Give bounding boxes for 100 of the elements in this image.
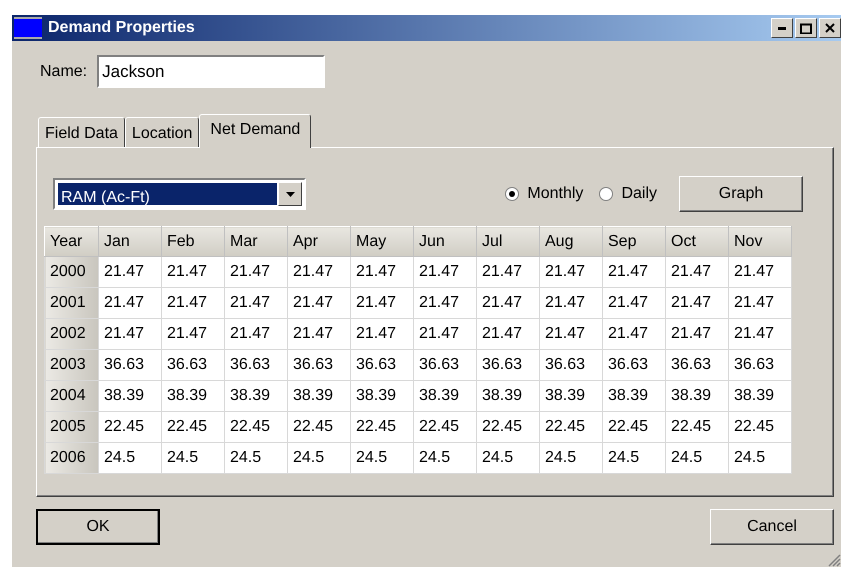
table-cell[interactable]: 24.5 [288,442,350,474]
table-cell[interactable]: 24.5 [728,442,792,474]
minimize-button[interactable] [771,18,793,38]
table-cell[interactable]: 21.47 [728,318,792,350]
table-cell[interactable]: 36.63 [224,350,288,380]
table-cell[interactable]: 21.47 [350,256,414,288]
column-header: Oct [666,226,728,256]
table-cell[interactable]: 38.39 [414,380,476,412]
units-dropdown[interactable]: RAM (Ac-Ft) [53,178,306,210]
table-cell[interactable]: 21.47 [162,318,224,350]
table-cell[interactable]: 38.39 [602,380,666,412]
radio-label[interactable]: Monthly [527,182,584,206]
table-cell[interactable]: 21.47 [476,318,540,350]
table-cell[interactable]: 38.39 [540,380,602,412]
table-cell[interactable]: 36.63 [98,350,162,380]
table-cell[interactable]: 36.63 [162,350,224,380]
table-cell[interactable]: 36.63 [540,350,602,380]
table-cell[interactable]: 36.63 [288,350,350,380]
table-cell[interactable]: 21.47 [288,288,350,318]
table-cell[interactable]: 38.39 [350,380,414,412]
table-cell[interactable]: 21.47 [162,288,224,318]
radio-button[interactable] [505,187,520,201]
table-cell[interactable]: 24.5 [98,442,162,474]
table-cell[interactable]: 24.5 [602,442,666,474]
radio-label[interactable]: Daily [621,182,657,206]
table-cell[interactable]: 36.63 [728,350,792,380]
table-cell[interactable]: 21.47 [728,288,792,318]
table-cell[interactable]: 21.47 [162,256,224,288]
row-header: 2006 [44,442,98,474]
row-header: 2002 [44,318,98,350]
maximize-button[interactable] [795,18,817,38]
table-cell[interactable]: 21.47 [666,256,728,288]
table-cell[interactable]: 22.45 [728,412,792,442]
column-header: May [350,226,414,256]
table-cell[interactable]: 21.47 [98,318,162,350]
table-cell[interactable]: 21.47 [350,288,414,318]
table-cell[interactable]: 21.47 [224,288,288,318]
table-cell[interactable]: 36.63 [476,350,540,380]
table-cell[interactable]: 38.39 [98,380,162,412]
row-header: 2005 [44,412,98,442]
table-cell[interactable]: 38.39 [476,380,540,412]
table-cell[interactable]: 21.47 [602,318,666,350]
table-cell[interactable]: 22.45 [414,412,476,442]
table-cell[interactable]: 24.5 [414,442,476,474]
table-cell[interactable]: 21.47 [98,256,162,288]
table-cell[interactable]: 38.39 [666,380,728,412]
table-cell[interactable]: 21.47 [414,318,476,350]
table-cell[interactable]: 21.47 [602,288,666,318]
table-cell[interactable]: 22.45 [666,412,728,442]
graph-button[interactable]: Graph [679,176,803,212]
table-cell[interactable]: 22.45 [350,412,414,442]
table-cell[interactable]: 38.39 [288,380,350,412]
table-cell[interactable]: 24.5 [162,442,224,474]
table-cell[interactable]: 22.45 [224,412,288,442]
tab[interactable]: Location [124,117,200,147]
table-cell[interactable]: 21.47 [666,318,728,350]
table-cell[interactable]: 36.63 [350,350,414,380]
table-cell[interactable]: 21.47 [350,318,414,350]
table-cell[interactable]: 24.5 [540,442,602,474]
close-button[interactable] [819,18,841,38]
table-cell[interactable]: 22.45 [602,412,666,442]
name-field[interactable]: Jackson [97,55,326,88]
table-cell[interactable]: 36.63 [666,350,728,380]
table-cell[interactable]: 38.39 [728,380,792,412]
table-cell[interactable]: 21.47 [288,256,350,288]
ok-button[interactable]: OK [36,509,160,545]
table-cell[interactable]: 21.47 [288,318,350,350]
table-cell[interactable]: 21.47 [540,318,602,350]
table-cell[interactable]: 24.5 [666,442,728,474]
radio-button[interactable] [599,187,614,201]
table-cell[interactable]: 21.47 [476,256,540,288]
tab[interactable]: Net Demand [199,114,312,148]
cancel-button[interactable]: Cancel [710,509,834,545]
table-cell[interactable]: 36.63 [414,350,476,380]
column-header: Aug [540,226,602,256]
table-cell[interactable]: 38.39 [162,380,224,412]
app-icon [14,17,42,39]
table-cell[interactable]: 21.47 [540,256,602,288]
table-cell[interactable]: 21.47 [540,288,602,318]
table-cell[interactable]: 21.47 [476,288,540,318]
table-cell[interactable]: 21.47 [728,256,792,288]
table-cell[interactable]: 24.5 [350,442,414,474]
tab[interactable]: Field Data [38,117,125,147]
table-cell[interactable]: 24.5 [476,442,540,474]
table-cell[interactable]: 21.47 [224,256,288,288]
table-cell[interactable]: 22.45 [540,412,602,442]
resize-grip-icon[interactable] [827,553,841,567]
table-cell[interactable]: 21.47 [602,256,666,288]
table-cell[interactable]: 38.39 [224,380,288,412]
table-cell[interactable]: 22.45 [162,412,224,442]
table-cell[interactable]: 24.5 [224,442,288,474]
table-cell[interactable]: 36.63 [602,350,666,380]
table-cell[interactable]: 21.47 [414,256,476,288]
table-cell[interactable]: 21.47 [414,288,476,318]
table-cell[interactable]: 21.47 [224,318,288,350]
table-cell[interactable]: 22.45 [98,412,162,442]
table-cell[interactable]: 21.47 [666,288,728,318]
table-cell[interactable]: 21.47 [98,288,162,318]
table-cell[interactable]: 22.45 [476,412,540,442]
table-cell[interactable]: 22.45 [288,412,350,442]
